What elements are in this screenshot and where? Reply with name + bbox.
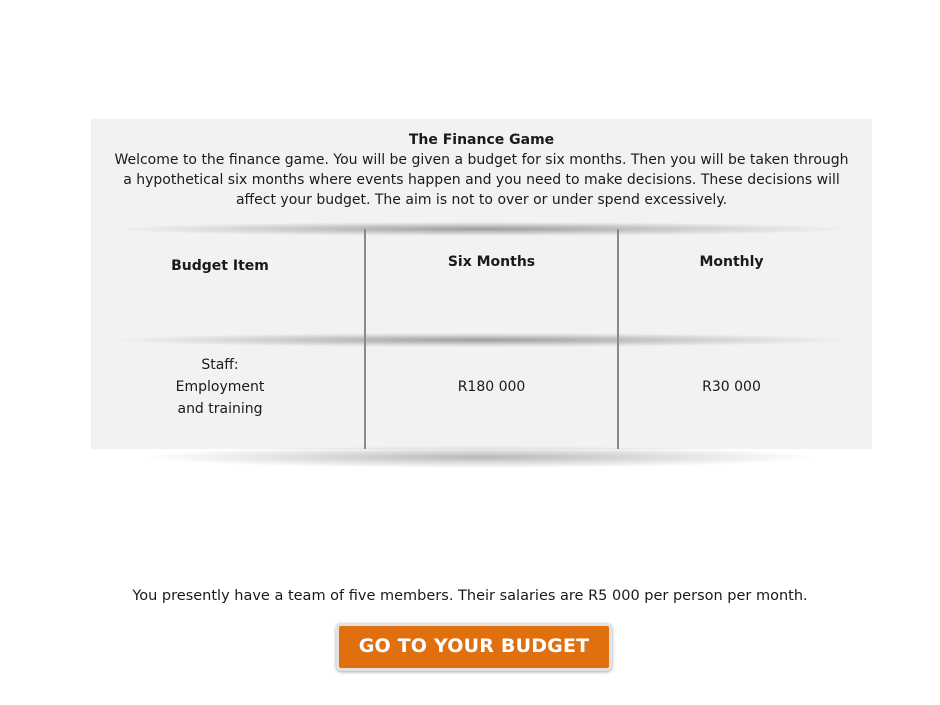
footer-area: You presently have a team of five member… bbox=[0, 585, 940, 607]
finance-game-page: The Finance Game Welcome to the finance … bbox=[0, 0, 940, 705]
go-to-budget-button[interactable]: GO TO YOUR BUDGET bbox=[336, 623, 612, 671]
intro-block: The Finance Game Welcome to the finance … bbox=[91, 130, 872, 210]
six-months-value: R180 000 bbox=[457, 379, 526, 395]
game-title: The Finance Game bbox=[408, 132, 555, 148]
budget-panel: The Finance Game Welcome to the finance … bbox=[91, 119, 872, 449]
monthly-value: R30 000 bbox=[702, 379, 761, 395]
panel-shadow bbox=[150, 446, 810, 468]
header-monthly: Monthly bbox=[699, 254, 764, 270]
header-divider-shadow bbox=[116, 222, 846, 236]
header-six-months: Six Months bbox=[447, 254, 536, 270]
row-divider-shadow bbox=[116, 333, 846, 347]
budget-item-cell: Staff: Employment and training bbox=[175, 357, 265, 417]
header-budget-item: Budget Item bbox=[171, 258, 269, 274]
intro-text: Welcome to the finance game. You will be… bbox=[114, 152, 849, 208]
team-salary-note: You presently have a team of five member… bbox=[132, 588, 808, 604]
